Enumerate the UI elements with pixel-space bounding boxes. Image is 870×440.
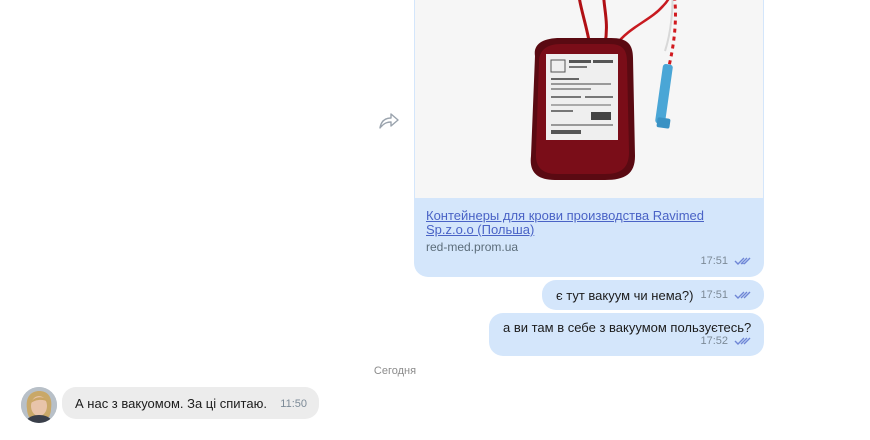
double-check-icon — [734, 291, 751, 299]
day-separator: Сегодня — [373, 365, 417, 377]
message-time: 11:50 — [280, 398, 307, 410]
outgoing-message[interactable]: є тут вакуум чи нема?) 17:51 — [542, 280, 764, 310]
message-text: А нас з вакуомом. За ці спитаю. — [75, 396, 267, 411]
outgoing-message[interactable]: а ви там в себе з вакуумом пользуєтесь? … — [489, 313, 764, 356]
link-preview-message[interactable]: Контейнеры для крови производства Ravime… — [414, 0, 764, 277]
message-meta: 17:51 — [700, 289, 752, 301]
avatar[interactable] — [21, 387, 57, 423]
message-text: є тут вакуум чи нема?) — [556, 288, 694, 303]
link-preview-image[interactable] — [415, 0, 763, 198]
share-arrow-icon — [379, 113, 399, 129]
link-preview-domain: red-med.prom.ua — [426, 240, 519, 254]
double-check-icon — [734, 337, 751, 345]
chat-history: Контейнеры для крови производства Ravime… — [0, 0, 870, 440]
double-check-icon — [734, 257, 751, 265]
message-meta: 11:50 — [280, 398, 307, 410]
message-time: 17:52 — [700, 335, 728, 347]
incoming-message[interactable]: А нас з вакуомом. За ці спитаю. 11:50 — [62, 387, 319, 419]
message-meta: 17:51 — [700, 255, 752, 267]
message-text: а ви там в себе з вакуумом пользуєтесь? — [503, 320, 752, 335]
link-preview-title[interactable]: Контейнеры для крови производства Ravime… — [426, 209, 726, 237]
message-meta: 17:52 — [700, 335, 752, 347]
message-time: 17:51 — [700, 289, 728, 301]
message-time: 17:51 — [700, 255, 728, 267]
share-button[interactable] — [377, 111, 401, 131]
